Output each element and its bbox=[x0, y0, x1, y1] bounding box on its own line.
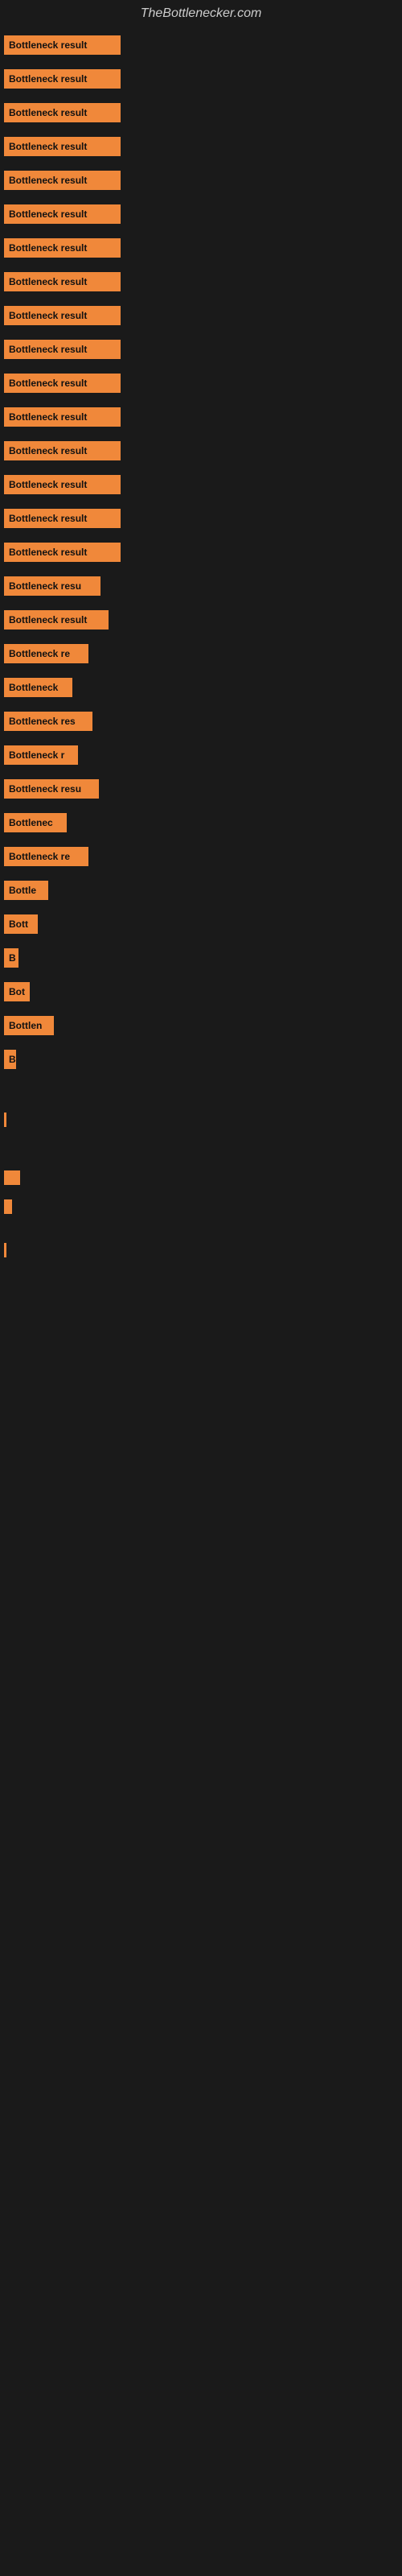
bottleneck-result-label: Bottleneck result bbox=[4, 204, 121, 224]
bottleneck-result-label: Bottleneck result bbox=[4, 374, 121, 393]
bar-row: Bottleneck bbox=[0, 678, 402, 697]
bar-row: Bottlen bbox=[0, 1016, 402, 1035]
bottleneck-result-label: Bottleneck re bbox=[4, 644, 88, 663]
bar-row: Bottleneck result bbox=[0, 543, 402, 562]
bar-row: Bottleneck result bbox=[0, 69, 402, 89]
bar-row: Bottlenec bbox=[0, 813, 402, 832]
bar-row: B bbox=[0, 1050, 402, 1069]
bar-row: Bottle bbox=[0, 881, 402, 900]
bar-row: Bottleneck result bbox=[0, 475, 402, 494]
bar-row: Bottleneck result bbox=[0, 204, 402, 224]
bar-row: Bottleneck result bbox=[0, 509, 402, 528]
bottleneck-result-label: Bottleneck resu bbox=[4, 779, 99, 799]
bar-row: Bottleneck result bbox=[0, 103, 402, 122]
bar-row: Bottleneck result bbox=[0, 374, 402, 393]
bar-row: Bottleneck result bbox=[0, 272, 402, 291]
bottleneck-result-label: Bottleneck result bbox=[4, 407, 121, 427]
bar-row bbox=[0, 1113, 402, 1127]
bar-row: Bottleneck re bbox=[0, 847, 402, 866]
bottleneck-result-label: Bottleneck result bbox=[4, 340, 121, 359]
bar-row: Bottleneck res bbox=[0, 712, 402, 731]
bar-row: Bottleneck result bbox=[0, 407, 402, 427]
bottleneck-result-label: Bot bbox=[4, 982, 30, 1001]
bottleneck-result-label: Bottleneck result bbox=[4, 441, 121, 460]
bar-row: Bott bbox=[0, 914, 402, 934]
bottleneck-result-label: Bottleneck result bbox=[4, 475, 121, 494]
bar-row: B bbox=[0, 948, 402, 968]
bottleneck-result-label: Bottlenec bbox=[4, 813, 67, 832]
chart-area: Bottleneck result Bottleneck result Bottle… bbox=[0, 27, 402, 1257]
bar-row bbox=[0, 1199, 402, 1214]
bottleneck-result-label: Bottleneck r bbox=[4, 745, 78, 765]
bottleneck-result-label: B bbox=[4, 948, 18, 968]
bottleneck-result-label: B bbox=[4, 1050, 16, 1069]
bar-row: Bottleneck resu bbox=[0, 779, 402, 799]
bar-row bbox=[0, 1170, 402, 1185]
bar-row: Bottleneck result bbox=[0, 238, 402, 258]
bar-row: Bottleneck result bbox=[0, 340, 402, 359]
bottleneck-result-label: Bottleneck result bbox=[4, 137, 121, 156]
bar-row: Bottleneck result bbox=[0, 441, 402, 460]
bar-row bbox=[0, 1243, 402, 1257]
bottleneck-result-label: Bottleneck result bbox=[4, 272, 121, 291]
bottleneck-result-label: Bottleneck result bbox=[4, 35, 121, 55]
bottleneck-result-label: Bottleneck result bbox=[4, 509, 121, 528]
bottleneck-result-label: Bottleneck resu bbox=[4, 576, 100, 596]
site-title: TheBottlenecker.com bbox=[0, 0, 402, 27]
bottleneck-result-label: Bottleneck result bbox=[4, 69, 121, 89]
bottleneck-result-label: Bottleneck bbox=[4, 678, 72, 697]
bottleneck-result-label: Bottleneck result bbox=[4, 306, 121, 325]
bottleneck-result-label: Bottleneck result bbox=[4, 171, 121, 190]
bar-row: Bottleneck r bbox=[0, 745, 402, 765]
bottleneck-result-label: Bottleneck result bbox=[4, 610, 109, 630]
bottleneck-result-label: Bottleneck result bbox=[4, 238, 121, 258]
bottleneck-result-label: Bottleneck res bbox=[4, 712, 92, 731]
bottleneck-result-label: Bottlen bbox=[4, 1016, 54, 1035]
small-bar bbox=[4, 1170, 20, 1185]
bottleneck-result-label: Bott bbox=[4, 914, 38, 934]
bottleneck-result-label: Bottleneck re bbox=[4, 847, 88, 866]
bottleneck-result-label: Bottle bbox=[4, 881, 48, 900]
small-bar bbox=[4, 1113, 6, 1127]
bar-row: Bottleneck result bbox=[0, 171, 402, 190]
bar-row: Bottleneck resu bbox=[0, 576, 402, 596]
bar-row: Bottleneck result bbox=[0, 35, 402, 55]
small-bar bbox=[4, 1243, 6, 1257]
bar-row: Bottleneck result bbox=[0, 306, 402, 325]
bar-row: Bottleneck re bbox=[0, 644, 402, 663]
bar-row: Bottleneck result bbox=[0, 137, 402, 156]
bar-row: Bottleneck result bbox=[0, 610, 402, 630]
small-bar bbox=[4, 1199, 12, 1214]
bar-row: Bot bbox=[0, 982, 402, 1001]
bottleneck-result-label: Bottleneck result bbox=[4, 103, 121, 122]
bottleneck-result-label: Bottleneck result bbox=[4, 543, 121, 562]
